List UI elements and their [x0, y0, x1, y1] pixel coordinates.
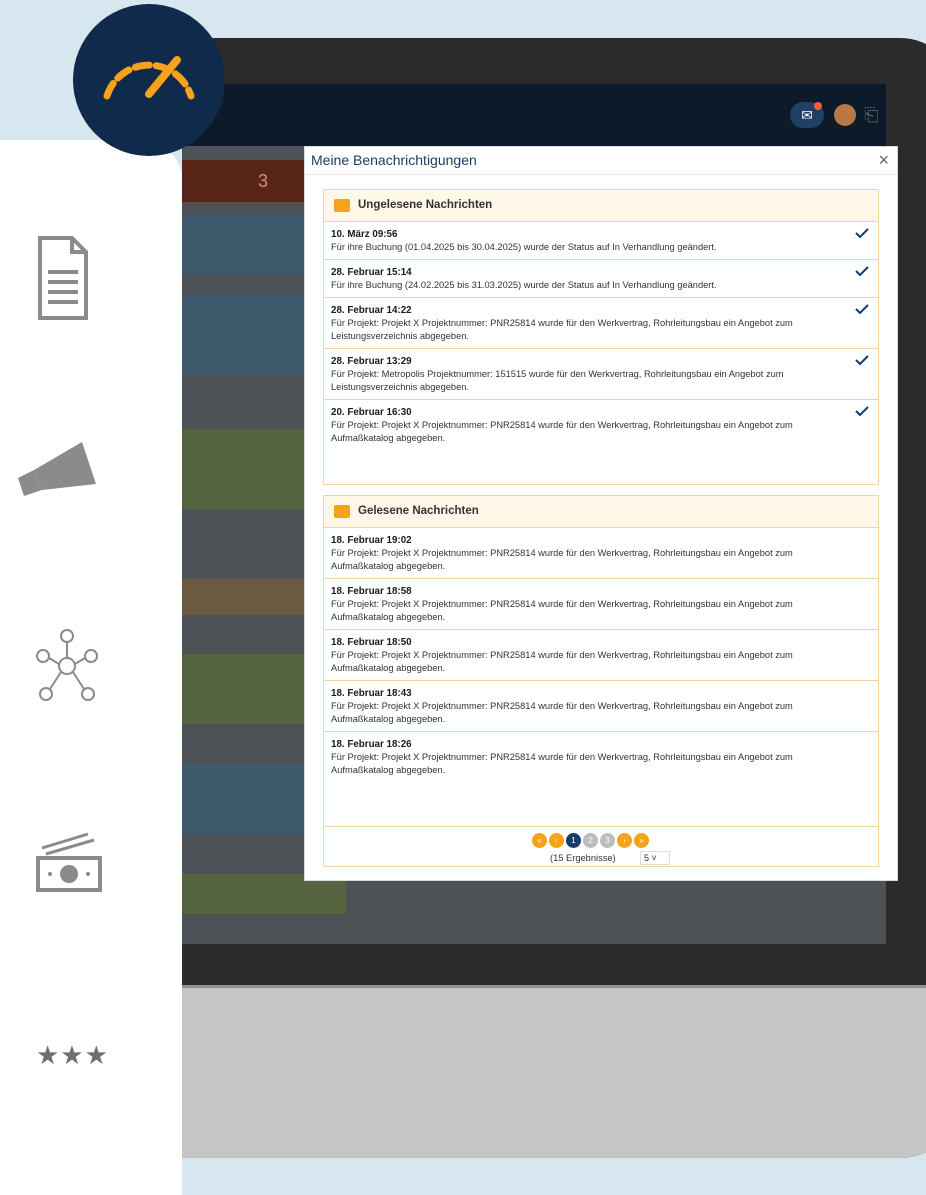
money-icon[interactable] — [36, 820, 102, 892]
unread-header: Ungelesene Nachrichten — [324, 190, 878, 222]
speedometer-icon — [73, 4, 225, 156]
read-list: 18. Februar 19:02 Für Projekt: Projekt X … — [324, 528, 878, 782]
notification-time: 20. Februar 16:30 — [331, 407, 412, 418]
unread-title: Ungelesene Nachrichten — [358, 199, 493, 211]
check-icon[interactable] — [854, 404, 870, 418]
notification-text: Für Projekt: Projekt X Projektnummer: PN… — [331, 701, 793, 724]
notification-time: 10. März 09:56 — [331, 229, 398, 240]
modal-header: Meine Benachrichtigungen × — [305, 147, 897, 175]
read-header: Gelesene Nachrichten — [324, 496, 878, 528]
notification-item[interactable]: 18. Februar 18:58 Für Projekt: Projekt X … — [324, 579, 878, 630]
page-1-button[interactable]: 1 — [566, 833, 581, 848]
unread-list: 10. März 09:56 Für ihre Buchung (01.04.20… — [324, 222, 878, 450]
notification-item[interactable]: 18. Februar 18:43 Für Projekt: Projekt X … — [324, 681, 878, 732]
last-page-icon[interactable]: » — [634, 833, 649, 848]
notification-text: Für ihre Buchung (01.04.2025 bis 30.04.2… — [331, 242, 717, 252]
first-page-icon[interactable]: « — [532, 833, 547, 848]
notification-time: 28. Februar 14:22 — [331, 305, 412, 316]
per-page-value: 5 — [644, 853, 650, 863]
notification-text: Für Projekt: Projekt X Projektnummer: PN… — [331, 650, 793, 673]
network-icon[interactable] — [36, 628, 98, 702]
notification-item[interactable]: 10. März 09:56 Für ihre Buchung (01.04.20… — [324, 222, 878, 260]
read-title: Gelesene Nachrichten — [358, 505, 479, 517]
notification-text: Für Projekt: Projekt X Projektnummer: PN… — [331, 548, 793, 571]
notifications-modal: Meine Benachrichtigungen × Ungelesene Na… — [304, 146, 898, 881]
envelope-icon — [334, 199, 350, 212]
avatar[interactable] — [834, 104, 856, 126]
prev-page-icon[interactable]: ‹ — [549, 833, 564, 848]
next-page-icon[interactable]: › — [617, 833, 632, 848]
check-icon[interactable] — [854, 264, 870, 278]
notification-text: Für Projekt: Projekt X Projektnummer: PN… — [331, 420, 793, 443]
notification-text: Für Projekt: Metropolis Projektnummer: 1… — [331, 369, 784, 392]
read-section: Gelesene Nachrichten 18. Februar 19:02 Fü… — [323, 495, 879, 867]
notification-item[interactable]: 18. Februar 18:26 Für Projekt: Projekt X … — [324, 732, 878, 782]
notification-item[interactable]: 28. Februar 13:29 Für Projekt: Metropolis… — [324, 349, 878, 400]
unread-section: Ungelesene Nachrichten 10. März 09:56 Für… — [323, 189, 879, 485]
pager-row: « ‹ 1 2 3 › » — [532, 833, 649, 848]
notification-text: Für Projekt: Projekt X Projektnummer: PN… — [331, 318, 793, 341]
pagination: « ‹ 1 2 3 › » (15 Ergebnisse) 5 ˅ — [324, 826, 878, 866]
notification-text: Für Projekt: Projekt X Projektnummer: PN… — [331, 599, 793, 622]
notification-item[interactable]: 28. Februar 14:22 Für Projekt: Projekt X … — [324, 298, 878, 349]
notification-item[interactable]: 28. Februar 15:14 Für ihre Buchung (24.02… — [324, 260, 878, 298]
page-3-button[interactable]: 3 — [600, 833, 615, 848]
stars-icon[interactable]: ★★★ — [36, 1040, 109, 1071]
document-icon[interactable] — [38, 236, 88, 320]
notification-item[interactable]: 18. Februar 19:02 Für Projekt: Projekt X … — [324, 528, 878, 579]
megaphone-icon[interactable] — [14, 440, 98, 500]
notification-time: 18. Februar 18:50 — [331, 637, 412, 648]
notification-time: 18. Februar 18:58 — [331, 586, 412, 597]
chevron-down-icon: ˅ — [651, 853, 657, 863]
envelope-open-icon — [334, 505, 350, 518]
check-icon[interactable] — [854, 226, 870, 240]
notification-time: 28. Februar 13:29 — [331, 356, 412, 367]
result-count: (15 Ergebnisse) — [550, 853, 616, 863]
notification-text: Für Projekt: Projekt X Projektnummer: PN… — [331, 752, 793, 775]
notification-text: Für ihre Buchung (24.02.2025 bis 31.03.2… — [331, 280, 717, 290]
door-exit-icon[interactable]: ⎗ — [864, 104, 884, 126]
notification-dot — [814, 102, 822, 110]
check-icon[interactable] — [854, 302, 870, 316]
notification-time: 18. Februar 19:02 — [331, 535, 412, 546]
close-icon[interactable]: × — [878, 150, 889, 171]
per-page-select[interactable]: 5 ˅ — [640, 851, 670, 865]
notification-item[interactable]: 20. Februar 16:30 Für Projekt: Projekt X … — [324, 400, 878, 450]
notification-time: 28. Februar 15:14 — [331, 267, 412, 278]
check-icon[interactable] — [854, 353, 870, 367]
notification-item[interactable]: 18. Februar 18:50 Für Projekt: Projekt X … — [324, 630, 878, 681]
notification-time: 18. Februar 18:26 — [331, 739, 412, 750]
notification-time: 18. Februar 18:43 — [331, 688, 412, 699]
modal-title: Meine Benachrichtigungen — [311, 152, 477, 168]
page-2-button[interactable]: 2 — [583, 833, 598, 848]
